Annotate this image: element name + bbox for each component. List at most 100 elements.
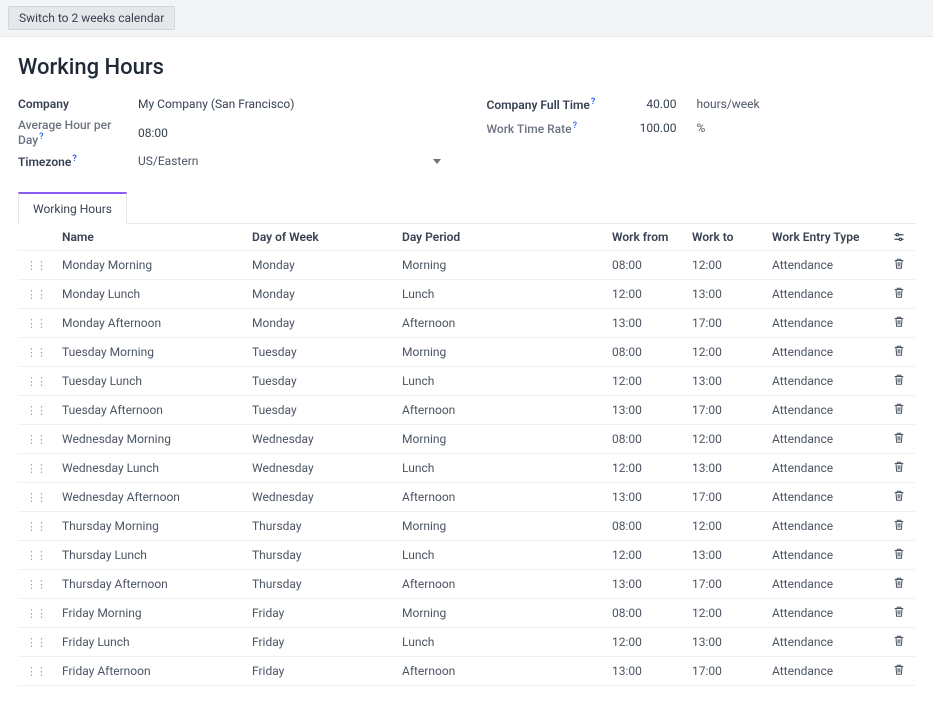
cell-to[interactable]: 17:00 — [684, 483, 764, 512]
drag-handle-icon[interactable]: ⋮⋮ — [26, 404, 46, 417]
avg-hour-field[interactable]: 08:00 — [138, 126, 447, 140]
delete-row-icon[interactable] — [893, 663, 905, 676]
cell-from[interactable]: 08:00 — [604, 251, 684, 280]
delete-row-icon[interactable] — [893, 315, 905, 328]
drag-handle-icon[interactable]: ⋮⋮ — [26, 462, 46, 475]
delete-row-icon[interactable] — [893, 489, 905, 502]
col-period[interactable]: Day Period — [394, 224, 604, 251]
cell-to[interactable]: 13:00 — [684, 280, 764, 309]
table-row[interactable]: ⋮⋮Tuesday MorningTuesdayMorning08:0012:0… — [18, 338, 915, 367]
cell-period[interactable]: Lunch — [394, 541, 604, 570]
cell-name[interactable]: Monday Afternoon — [54, 309, 244, 338]
delete-row-icon[interactable] — [893, 344, 905, 357]
help-icon[interactable]: ? — [573, 121, 577, 131]
cell-period[interactable]: Morning — [394, 338, 604, 367]
drag-handle-icon[interactable]: ⋮⋮ — [26, 665, 46, 678]
col-type[interactable]: Work Entry Type — [764, 224, 885, 251]
delete-row-icon[interactable] — [893, 460, 905, 473]
cell-period[interactable]: Lunch — [394, 280, 604, 309]
cell-to[interactable]: 13:00 — [684, 367, 764, 396]
cell-period[interactable]: Afternoon — [394, 396, 604, 425]
cell-from[interactable]: 13:00 — [604, 483, 684, 512]
cell-name[interactable]: Thursday Afternoon — [54, 570, 244, 599]
cell-period[interactable]: Afternoon — [394, 309, 604, 338]
cell-period[interactable]: Morning — [394, 512, 604, 541]
cell-type[interactable]: Attendance — [764, 657, 885, 686]
table-row[interactable]: ⋮⋮Tuesday AfternoonTuesdayAfternoon13:00… — [18, 396, 915, 425]
drag-handle-icon[interactable]: ⋮⋮ — [26, 288, 46, 301]
cell-name[interactable]: Wednesday Lunch — [54, 454, 244, 483]
cell-from[interactable]: 12:00 — [604, 280, 684, 309]
cell-dow[interactable]: Monday — [244, 251, 394, 280]
cell-from[interactable]: 13:00 — [604, 309, 684, 338]
cell-dow[interactable]: Tuesday — [244, 396, 394, 425]
cell-from[interactable]: 08:00 — [604, 338, 684, 367]
cell-type[interactable]: Attendance — [764, 628, 885, 657]
drag-handle-icon[interactable]: ⋮⋮ — [26, 636, 46, 649]
drag-handle-icon[interactable]: ⋮⋮ — [26, 375, 46, 388]
drag-handle-icon[interactable]: ⋮⋮ — [26, 549, 46, 562]
cell-dow[interactable]: Wednesday — [244, 425, 394, 454]
cell-dow[interactable]: Wednesday — [244, 483, 394, 512]
cell-name[interactable]: Thursday Lunch — [54, 541, 244, 570]
cell-from[interactable]: 08:00 — [604, 425, 684, 454]
help-icon[interactable]: ? — [39, 132, 43, 142]
col-from[interactable]: Work from — [604, 224, 684, 251]
company-field[interactable]: My Company (San Francisco) — [138, 97, 447, 111]
cell-dow[interactable]: Tuesday — [244, 338, 394, 367]
cell-to[interactable]: 12:00 — [684, 512, 764, 541]
table-row[interactable]: ⋮⋮Wednesday LunchWednesdayLunch12:0013:0… — [18, 454, 915, 483]
delete-row-icon[interactable] — [893, 518, 905, 531]
cell-type[interactable]: Attendance — [764, 367, 885, 396]
cell-to[interactable]: 17:00 — [684, 396, 764, 425]
cell-dow[interactable]: Thursday — [244, 570, 394, 599]
cell-dow[interactable]: Monday — [244, 309, 394, 338]
cell-from[interactable]: 08:00 — [604, 512, 684, 541]
delete-row-icon[interactable] — [893, 402, 905, 415]
cell-name[interactable]: Monday Lunch — [54, 280, 244, 309]
cell-name[interactable]: Wednesday Morning — [54, 425, 244, 454]
drag-handle-icon[interactable]: ⋮⋮ — [26, 607, 46, 620]
cell-period[interactable]: Lunch — [394, 628, 604, 657]
delete-row-icon[interactable] — [893, 547, 905, 560]
cell-type[interactable]: Attendance — [764, 396, 885, 425]
cell-dow[interactable]: Monday — [244, 280, 394, 309]
drag-handle-icon[interactable]: ⋮⋮ — [26, 491, 46, 504]
cell-to[interactable]: 17:00 — [684, 570, 764, 599]
columns-settings-icon[interactable] — [893, 231, 907, 243]
tab-working-hours[interactable]: Working Hours — [18, 192, 127, 224]
cell-dow[interactable]: Thursday — [244, 541, 394, 570]
cell-type[interactable]: Attendance — [764, 338, 885, 367]
cell-dow[interactable]: Wednesday — [244, 454, 394, 483]
cell-name[interactable]: Wednesday Afternoon — [54, 483, 244, 512]
cell-name[interactable]: Tuesday Lunch — [54, 367, 244, 396]
cell-from[interactable]: 12:00 — [604, 541, 684, 570]
cell-type[interactable]: Attendance — [764, 512, 885, 541]
cell-dow[interactable]: Friday — [244, 599, 394, 628]
table-row[interactable]: ⋮⋮Friday LunchFridayLunch12:0013:00Atten… — [18, 628, 915, 657]
drag-handle-icon[interactable]: ⋮⋮ — [26, 259, 46, 272]
delete-row-icon[interactable] — [893, 431, 905, 444]
cell-period[interactable]: Afternoon — [394, 483, 604, 512]
col-dow[interactable]: Day of Week — [244, 224, 394, 251]
switch-calendar-button[interactable]: Switch to 2 weeks calendar — [8, 6, 175, 30]
cell-period[interactable]: Lunch — [394, 367, 604, 396]
table-row[interactable]: ⋮⋮Friday MorningFridayMorning08:0012:00A… — [18, 599, 915, 628]
cell-from[interactable]: 12:00 — [604, 454, 684, 483]
cell-from[interactable]: 13:00 — [604, 396, 684, 425]
cell-name[interactable]: Friday Morning — [54, 599, 244, 628]
cell-from[interactable]: 13:00 — [604, 657, 684, 686]
cell-to[interactable]: 12:00 — [684, 338, 764, 367]
table-row[interactable]: ⋮⋮Friday AfternoonFridayAfternoon13:0017… — [18, 657, 915, 686]
cell-period[interactable]: Morning — [394, 599, 604, 628]
cell-type[interactable]: Attendance — [764, 309, 885, 338]
col-name[interactable]: Name — [54, 224, 244, 251]
drag-handle-icon[interactable]: ⋮⋮ — [26, 433, 46, 446]
cell-type[interactable]: Attendance — [764, 251, 885, 280]
cell-name[interactable]: Tuesday Morning — [54, 338, 244, 367]
cell-name[interactable]: Thursday Morning — [54, 512, 244, 541]
cell-to[interactable]: 17:00 — [684, 309, 764, 338]
cell-to[interactable]: 12:00 — [684, 251, 764, 280]
cell-dow[interactable]: Tuesday — [244, 367, 394, 396]
cell-to[interactable]: 13:00 — [684, 628, 764, 657]
